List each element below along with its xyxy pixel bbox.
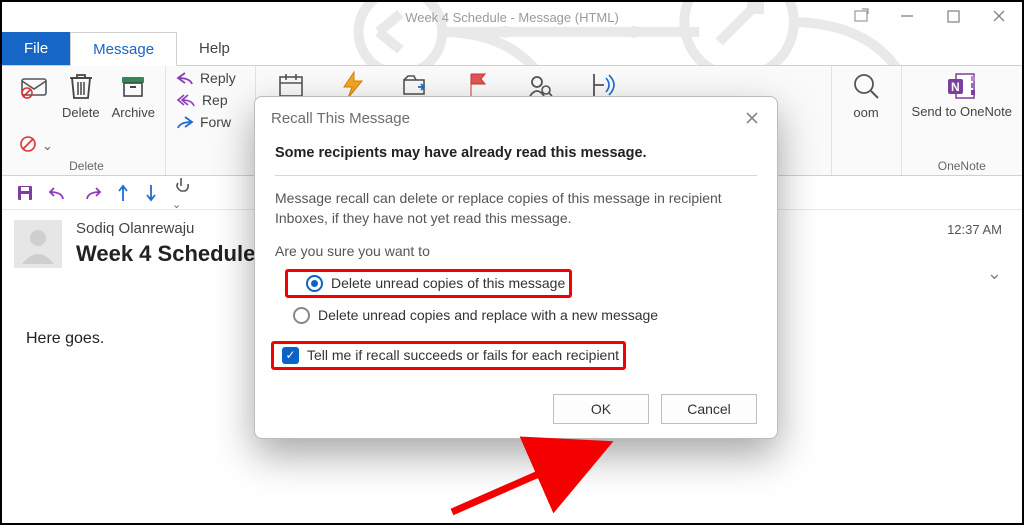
dialog-headline: Some recipients may have already read th… xyxy=(275,145,757,161)
dialog-title: Recall This Message xyxy=(271,110,410,127)
dialog-question: Are you sure you want to xyxy=(275,243,757,259)
dialog-description: Message recall can delete or replace cop… xyxy=(275,188,757,229)
option-notify-result[interactable]: ✓ Tell me if recall succeeds or fails fo… xyxy=(278,344,623,367)
option-delete-unread[interactable]: Delete unread copies of this message xyxy=(302,272,569,295)
radio-unchecked-icon xyxy=(293,307,310,324)
ok-button[interactable]: OK xyxy=(553,394,649,424)
radio-checked-icon xyxy=(306,275,323,292)
cancel-button[interactable]: Cancel xyxy=(661,394,757,424)
dialog-close-button[interactable] xyxy=(741,107,763,129)
recall-dialog: Recall This Message Some recipients may … xyxy=(254,96,778,439)
checkbox-checked-icon: ✓ xyxy=(282,347,299,364)
option-delete-replace[interactable]: Delete unread copies and replace with a … xyxy=(289,304,757,327)
